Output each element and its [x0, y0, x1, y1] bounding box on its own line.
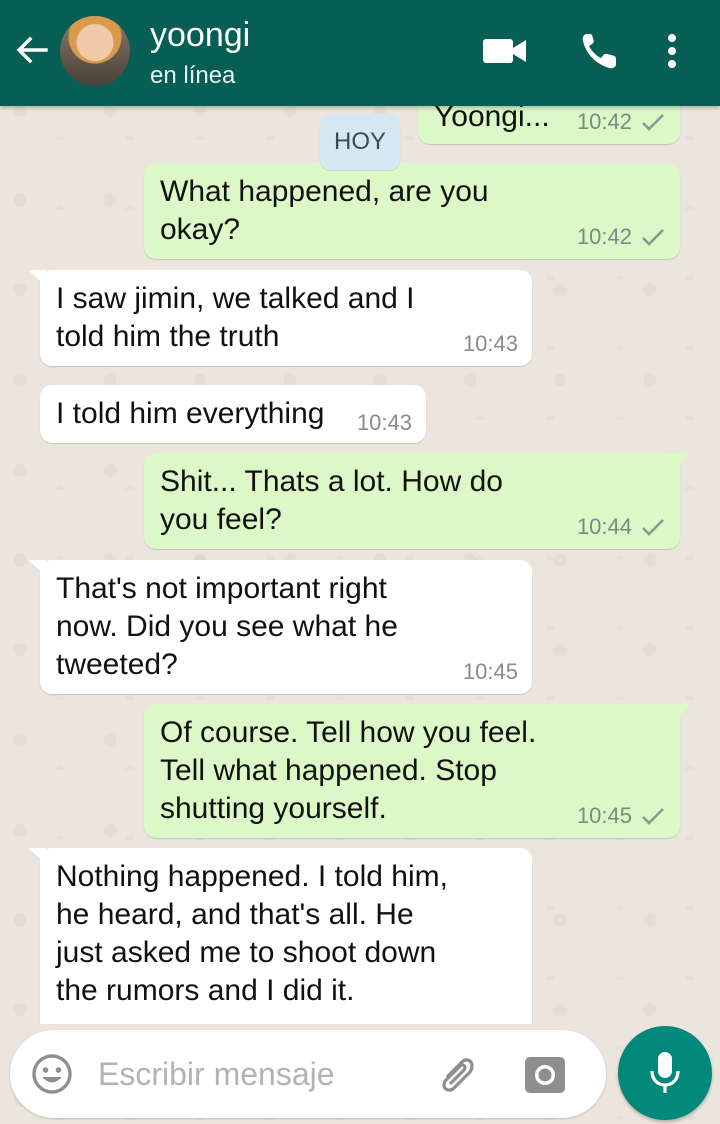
message-time: 10:43 — [462, 331, 518, 356]
bubble-tail — [28, 270, 46, 286]
message-text: What happened, are you okay? — [160, 175, 489, 246]
message-input-bar: Escribir mensaje — [10, 1030, 606, 1118]
message-time: 10:42 — [576, 109, 632, 134]
video-call-icon[interactable] — [480, 28, 530, 74]
check-icon — [642, 808, 664, 825]
bubble-tail — [28, 848, 46, 864]
message-meta: 10:44 — [577, 515, 666, 539]
message-input[interactable]: Escribir mensaje — [98, 1056, 335, 1093]
bubble-tail — [674, 453, 692, 469]
date-divider: HOY — [320, 114, 400, 170]
message-text: I told him everything — [56, 397, 325, 430]
check-icon — [642, 519, 664, 536]
message-text: Nothing happened. I told him, he heard, … — [56, 860, 448, 1007]
paperclip-icon[interactable] — [434, 1052, 480, 1098]
phone-icon[interactable] — [578, 28, 622, 74]
bubble-tail — [674, 704, 692, 720]
message-time: 10:45 — [462, 659, 518, 684]
message-meta: 10:42 — [577, 225, 666, 249]
camera-icon[interactable] — [522, 1052, 568, 1098]
message-meta: 10:42 — [577, 110, 666, 134]
emoji-icon[interactable] — [30, 1052, 74, 1096]
message-text: Of course. Tell how you feel. Tell what … — [160, 716, 537, 825]
message-bubble-incoming[interactable]: I told him everything 10:43 — [40, 385, 426, 443]
contact-name[interactable]: yoongi — [150, 16, 250, 55]
check-icon — [642, 114, 664, 131]
message-time: 10:42 — [576, 224, 632, 249]
message-bubble-incoming[interactable]: I saw jimin, we talked and I told him th… — [28, 270, 532, 366]
send-voice-button[interactable] — [618, 1026, 712, 1120]
message-bubble-outgoing[interactable]: Shit... Thats a lot. How do you feel? 10… — [144, 453, 692, 549]
message-bubble-outgoing[interactable]: What happened, are you okay? 10:42 — [144, 163, 680, 259]
message-bubble-incoming[interactable]: That's not important right now. Did you … — [28, 560, 532, 694]
message-text: That's not important right now. Did you … — [56, 572, 398, 681]
message-time: 10:44 — [576, 514, 632, 539]
arrow-left-icon[interactable] — [12, 30, 52, 70]
microphone-icon — [650, 1052, 680, 1093]
avatar[interactable] — [60, 16, 130, 86]
message-time: 10:43 — [356, 410, 412, 435]
check-icon — [642, 229, 664, 246]
more-vert-icon[interactable] — [660, 28, 684, 74]
bubble-tail — [28, 560, 46, 576]
contact-status: en línea — [150, 62, 236, 89]
message-text: I saw jimin, we talked and I told him th… — [56, 282, 415, 353]
date-divider-label: HOY — [333, 128, 386, 155]
message-list[interactable]: Yoongi... 10:42 HOY What happened, are y… — [0, 0, 720, 1024]
message-meta: 10:45 — [577, 804, 666, 828]
chat-header: yoongi en línea — [0, 0, 720, 106]
message-bubble-outgoing[interactable]: Of course. Tell how you feel. Tell what … — [144, 704, 692, 838]
message-bubble-incoming[interactable]: Nothing happened. I told him, he heard, … — [28, 848, 532, 1024]
message-text: Shit... Thats a lot. How do you feel? — [160, 465, 503, 536]
message-time: 10:45 — [576, 803, 632, 828]
